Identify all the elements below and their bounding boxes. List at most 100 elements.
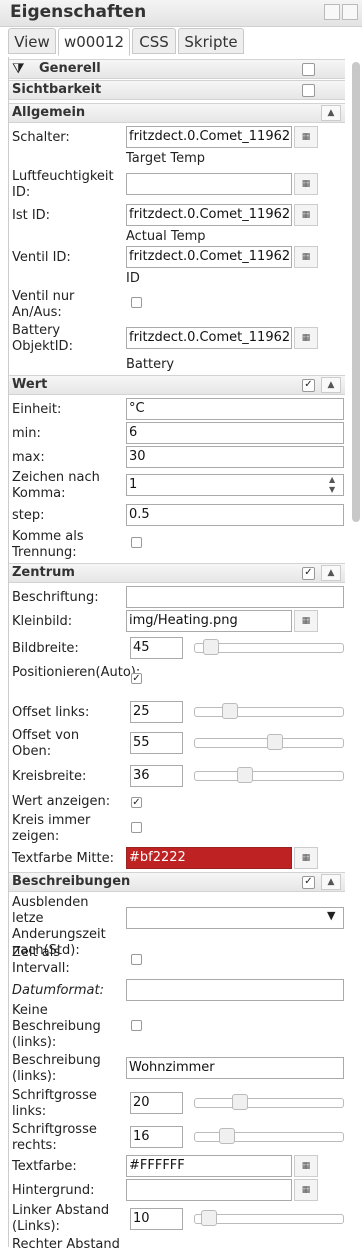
kleinbild-select-button[interactable]: ▦ — [294, 610, 318, 632]
kreis-immer-checkbox[interactable] — [131, 822, 142, 833]
battery-select-button[interactable]: ▦ — [294, 327, 318, 349]
positionieren-label: Positionieren(Auto): — [12, 665, 141, 680]
tab-w00012[interactable]: w00012 — [58, 28, 130, 56]
hintergrund-label: Hintergrund: — [12, 1183, 95, 1198]
offset-oben-slider[interactable] — [194, 734, 344, 750]
section-wert-label: Wert — [12, 377, 48, 392]
kreisbreite-slider-handle[interactable] — [237, 767, 253, 783]
linker-abstand-slider-handle[interactable] — [201, 1210, 217, 1226]
ventil-nur-label: Ventil nur An/Aus: — [12, 289, 75, 320]
kreis-immer-label: Kreis immer zeigen: — [12, 813, 91, 844]
schriftgrosse-rechts-slider[interactable] — [194, 1128, 344, 1144]
schriftgrosse-links-slider[interactable] — [194, 1094, 344, 1110]
offset-links-slider[interactable] — [194, 703, 344, 719]
offset-oben-input[interactable]: 55 — [130, 732, 183, 754]
battery-input[interactable]: fritzdect.0.Comet_11962 — [126, 327, 292, 349]
bildbreite-slider[interactable] — [194, 639, 344, 655]
wert-anzeigen-label: Wert anzeigen: — [12, 794, 111, 809]
ist-id-sub: Actual Temp — [126, 229, 206, 244]
einheit-label: Einheit: — [12, 402, 62, 417]
kreisbreite-label: Kreisbreite: — [12, 769, 87, 784]
step-input[interactable]: 0.5 — [126, 504, 344, 526]
battery-label: Battery ObjektID: — [12, 323, 73, 354]
textfarbe-input[interactable]: #FFFFFF — [126, 1155, 292, 1177]
max-input[interactable]: 30 — [126, 446, 344, 468]
keine-beschreibung-checkbox[interactable] — [131, 1020, 142, 1031]
tab-skripte[interactable]: Skripte — [178, 28, 244, 54]
kleinbild-input[interactable]: img/Heating.png — [126, 610, 292, 632]
section-generell[interactable]: ⧩ Generell — [9, 59, 345, 79]
section-generell-checkbox[interactable] — [302, 63, 315, 76]
schriftgrosse-links-slider-handle[interactable] — [232, 1094, 248, 1110]
ausblenden-select[interactable] — [126, 907, 344, 929]
collapse-icon[interactable]: ▲ — [321, 105, 341, 121]
section-beschreibungen[interactable]: Beschreibungen ✓ ▲ — [9, 872, 345, 892]
kreisbreite-input[interactable]: 36 — [130, 765, 183, 787]
hintergrund-picker-button[interactable]: ▦ — [294, 1179, 318, 1201]
schriftgrosse-rechts-slider-handle[interactable] — [219, 1128, 235, 1144]
offset-links-slider-handle[interactable] — [222, 703, 238, 719]
offset-links-input[interactable]: 25 — [130, 701, 183, 723]
hintergrund-input[interactable] — [126, 1179, 292, 1201]
section-sichtbarkeit-label: Sichtbarkeit — [12, 82, 102, 97]
linker-abstand-slider[interactable] — [194, 1210, 344, 1226]
kleinbild-label: Kleinbild: — [12, 614, 73, 629]
zeit-intervall-checkbox[interactable] — [131, 954, 142, 965]
ist-id-input[interactable]: fritzdect.0.Comet_11962 — [126, 204, 292, 226]
tab-css[interactable]: CSS — [132, 28, 176, 54]
textfarbe-picker-button[interactable]: ▦ — [294, 1155, 318, 1177]
section-beschreibungen-checkbox[interactable]: ✓ — [302, 876, 315, 889]
beschreibung-links-input[interactable]: Wohnzimmer — [126, 1057, 344, 1079]
komme-checkbox[interactable] — [131, 537, 142, 548]
offset-oben-slider-handle[interactable] — [267, 734, 283, 750]
kreisbreite-slider[interactable] — [194, 767, 344, 783]
section-wert-checkbox[interactable]: ✓ — [302, 379, 315, 392]
properties-titlebar: Eigenschaften — [0, 0, 362, 27]
dropdown-arrow-icon[interactable]: ▼ — [327, 909, 335, 922]
schriftgrosse-rechts-input[interactable]: 16 — [130, 1126, 183, 1148]
collapse-icon[interactable]: ▲ — [321, 874, 341, 890]
section-sichtbarkeit[interactable]: Sichtbarkeit — [9, 80, 345, 100]
close-icon[interactable] — [342, 4, 358, 20]
luftfeuchtigkeit-input[interactable] — [126, 173, 292, 195]
section-sichtbarkeit-checkbox[interactable] — [302, 84, 315, 97]
einheit-input[interactable]: °C — [126, 398, 344, 420]
schalter-select-button[interactable]: ▦ — [294, 126, 318, 148]
zeichen-stepper[interactable]: 1 — [126, 474, 344, 496]
min-input[interactable]: 6 — [126, 422, 344, 444]
datumformat-input[interactable] — [126, 979, 344, 1001]
section-allgemein[interactable]: Allgemein ▲ — [9, 103, 345, 123]
step-label: step: — [12, 508, 45, 523]
ist-id-select-button[interactable]: ▦ — [294, 204, 318, 226]
collapse-icon[interactable]: ▲ — [321, 377, 341, 393]
luftfeuchtigkeit-select-button[interactable]: ▦ — [294, 173, 318, 195]
wert-anzeigen-checkbox[interactable]: ✓ — [131, 797, 142, 808]
schalter-input[interactable]: fritzdect.0.Comet_11962 — [126, 126, 292, 148]
textfarbe-mitte-input[interactable]: #bf2222 — [126, 847, 292, 869]
ventil-id-input[interactable]: fritzdect.0.Comet_11962 — [126, 246, 292, 268]
ventil-nur-checkbox[interactable] — [131, 297, 142, 308]
pin-icon[interactable] — [324, 4, 340, 20]
min-label: min: — [12, 426, 41, 441]
schriftgrosse-links-input[interactable]: 20 — [130, 1092, 183, 1114]
linker-abstand-input[interactable]: 10 — [130, 1208, 183, 1230]
collapse-icon[interactable]: ▲ — [321, 565, 341, 581]
stepper-arrows-icon[interactable]: ▲ ▼ — [329, 475, 335, 495]
textfarbe-mitte-label: Textfarbe Mitte: — [12, 851, 114, 866]
datumformat-label: Datumformat: — [12, 983, 104, 998]
section-zentrum-checkbox[interactable]: ✓ — [302, 567, 315, 580]
ventil-id-select-button[interactable]: ▦ — [294, 246, 318, 268]
ist-id-label: Ist ID: — [12, 208, 51, 223]
ventil-id-sub: ID — [126, 271, 140, 286]
tab-view[interactable]: View — [8, 28, 56, 54]
beschriftung-input[interactable] — [126, 586, 344, 608]
section-zentrum[interactable]: Zentrum ✓ ▲ — [9, 563, 345, 583]
positionieren-checkbox[interactable]: ✓ — [131, 673, 142, 684]
filter-icon[interactable]: ⧩ — [12, 61, 25, 77]
scrollbar[interactable] — [352, 62, 360, 522]
textfarbe-mitte-picker-button[interactable]: ▦ — [294, 847, 318, 869]
section-wert[interactable]: Wert ✓ ▲ — [9, 375, 345, 395]
bildbreite-slider-handle[interactable] — [203, 639, 219, 655]
komme-label: Komme als Trennung: — [12, 529, 84, 560]
bildbreite-input[interactable]: 45 — [130, 637, 183, 659]
